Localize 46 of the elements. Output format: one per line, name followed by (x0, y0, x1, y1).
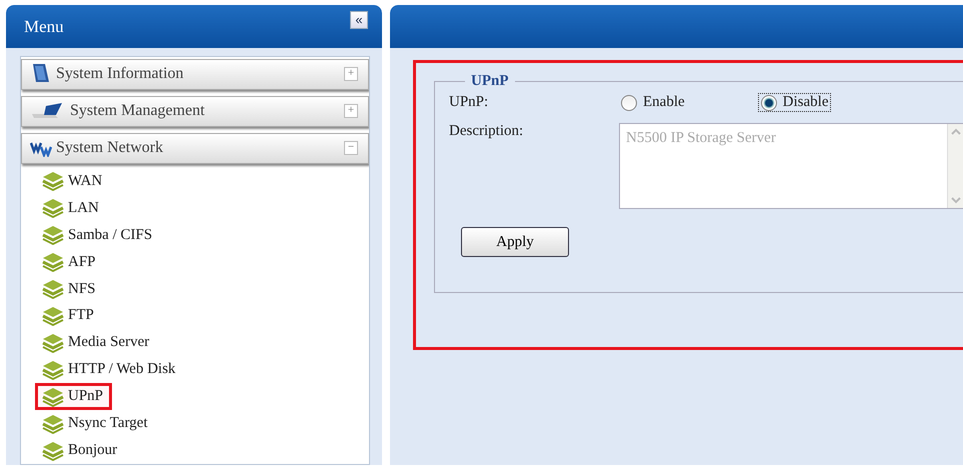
group-label: System Information (56, 65, 185, 84)
menu-item-label: AFP (68, 254, 96, 271)
menu-group[interactable]: System Management + (21, 96, 369, 127)
radio-option[interactable]: Disable (758, 94, 830, 111)
group-label: System Management (70, 102, 206, 120)
scrollbar[interactable] (947, 124, 963, 208)
collapse-toggle[interactable]: − (344, 141, 358, 156)
layers-icon (42, 414, 64, 434)
menu-group[interactable]: System Information + (21, 59, 369, 90)
menu-item-label: WAN (68, 172, 102, 190)
description-text: N5500 IP Storage Server (625, 129, 777, 148)
layers-icon (42, 279, 64, 300)
menu-item-label: NFS (68, 280, 96, 298)
field-label: Description: (449, 123, 524, 140)
radio-label: Disable (782, 94, 828, 111)
menu-item-label: Bonjour (68, 442, 118, 460)
layers-icon (42, 386, 64, 407)
menu-item-label: Samba / CIFS (68, 226, 152, 244)
menu-item-label: LAN (68, 200, 99, 217)
section-title: UPnP (470, 73, 510, 90)
collapse-button[interactable]: « (350, 10, 368, 28)
layers-icon (42, 225, 64, 246)
layers-icon (42, 171, 64, 192)
menu-item-label: UPnP (68, 388, 104, 406)
layers-icon (42, 332, 64, 353)
menu-item[interactable]: UPnP (35, 383, 112, 410)
group-label: System Network (56, 139, 164, 158)
radio-button[interactable] (760, 94, 777, 110)
expand-toggle[interactable]: + (344, 104, 358, 118)
menu-group[interactable]: System Network − (21, 132, 369, 164)
layers-icon (42, 440, 64, 461)
menu-title: Menu (24, 16, 64, 36)
field-label: UPnP: (449, 94, 490, 111)
radio-button[interactable] (621, 94, 637, 110)
menu-item-label: Media Server (68, 334, 150, 352)
menu-item-label: Nsync Target (68, 415, 148, 432)
layers-icon (42, 360, 64, 380)
menu-item-label: HTTP / Web Disk (68, 361, 176, 378)
layers-icon (42, 306, 64, 326)
layers-icon (42, 252, 64, 272)
layers-icon (42, 198, 64, 218)
radio-label: Enable (643, 94, 685, 111)
radio-option[interactable]: Enable (619, 94, 687, 111)
menu-item-label: FTP (68, 307, 94, 324)
apply-button[interactable]: Apply (461, 227, 569, 257)
expand-toggle[interactable]: + (344, 67, 358, 82)
